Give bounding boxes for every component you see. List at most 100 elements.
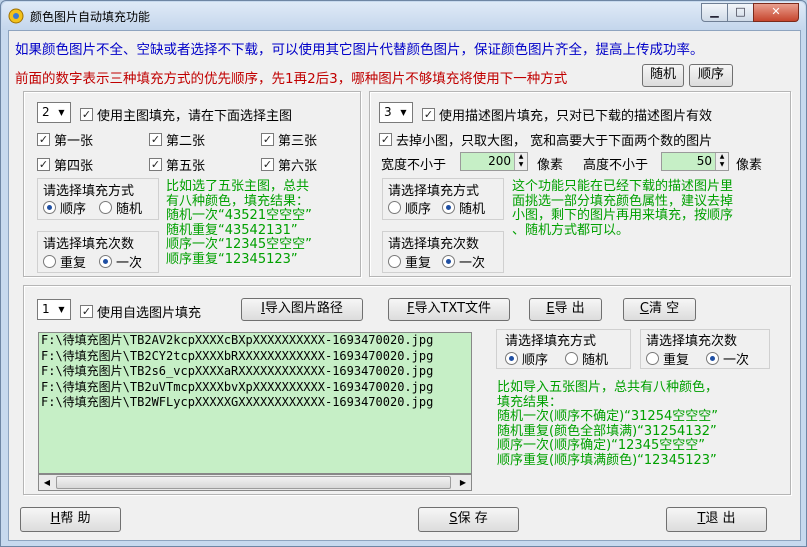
main-image-checkbox-3[interactable]: ✓ 第三张 — [261, 130, 317, 149]
random-button[interactable]: 随机 — [642, 64, 684, 87]
note-line: 顺序一次(顺序确定)“12345空空空” — [497, 438, 705, 453]
desc-fill-checkbox[interactable]: ✓ 使用描述图片填充，只对已下载的描述图片有效 — [422, 105, 712, 124]
radio-label: 顺序 — [60, 202, 87, 217]
app-icon — [8, 8, 24, 24]
desc-mode-random-radio[interactable]: 随机 — [442, 198, 485, 217]
radio-selected-icon — [442, 201, 455, 214]
desc-fill-note: 这个功能只能在已经下载的描述图片里 面挑选一部分填充颜色属性，建议去掉 小图，剩… — [512, 179, 734, 238]
spin-arrows-icon[interactable]: ▲ ▼ — [514, 153, 527, 170]
custom-mode-title: 请选择填充方式 — [505, 334, 597, 349]
radio-selected-icon — [706, 352, 719, 365]
desc-mode-order-radio[interactable]: 顺序 — [388, 198, 431, 217]
checkmark-icon: ✓ — [149, 133, 162, 146]
save-button[interactable]: S保 存 — [418, 507, 519, 532]
custom-mode-random-radio[interactable]: 随机 — [565, 349, 608, 368]
main-count-once-radio[interactable]: 一次 — [99, 252, 142, 271]
custom-count-title: 请选择填充次数 — [646, 334, 738, 349]
checkmark-icon: ✓ — [379, 133, 392, 146]
radio-label: 一次 — [116, 256, 143, 271]
main-mode-order-radio[interactable]: 顺序 — [43, 198, 86, 217]
list-item[interactable]: F:\待填充图片\TB2CY2tcpXXXXbRXXXXXXXXXXXX-169… — [39, 349, 471, 365]
list-item[interactable]: F:\待填充图片\TB2WFLycpXXXXXGXXXXXXXXXXXX-169… — [39, 395, 471, 411]
main-image-checkbox-6[interactable]: ✓ 第六张 — [261, 155, 317, 174]
main-image-checkbox-4[interactable]: ✓ 第四张 — [37, 155, 93, 174]
radio-label: 重复 — [663, 353, 690, 368]
height-label: 高度不小于 — [583, 158, 649, 173]
title-bar[interactable]: 颜色图片自动填充功能 ▁ □ ✕ — [2, 2, 805, 30]
intro-line: 如果颜色图片不全、空缺或者选择不下载，可以使用其它图片代替颜色图片，保证颜色图片… — [15, 42, 704, 58]
main-image-checkbox-1[interactable]: ✓ 第一张 — [37, 130, 93, 149]
note-line: 随机一次“43521空空空” — [166, 208, 312, 223]
width-min-stepper[interactable]: 200 ▲ ▼ — [460, 152, 528, 171]
custom-fill-checkbox[interactable]: ✓ 使用自选图片填充 — [80, 302, 201, 321]
chevron-down-icon: ▼ — [58, 108, 65, 117]
checkmark-icon: ✓ — [37, 158, 50, 171]
custom-count-repeat-radio[interactable]: 重复 — [646, 349, 689, 368]
main-image-label: 第四张 — [54, 159, 94, 174]
main-count-title: 请选择填充次数 — [43, 237, 135, 252]
import-txt-button[interactable]: F导入TXT文件 — [388, 298, 510, 321]
custom-priority-select[interactable]: 1 ▼ — [37, 299, 71, 320]
export-button[interactable]: E导 出 — [529, 298, 602, 321]
note-line: 面挑选一部分填充颜色属性，建议去掉 — [512, 193, 734, 209]
radio-label: 顺序 — [522, 353, 549, 368]
main-count-repeat-radio[interactable]: 重复 — [43, 252, 86, 271]
main-priority-select[interactable]: 2 ▼ — [37, 102, 71, 123]
button-label: 导 出 — [554, 301, 585, 316]
button-label: 退 出 — [705, 511, 736, 526]
maximize-button[interactable]: □ — [727, 3, 754, 22]
spin-arrows-icon[interactable]: ▲ ▼ — [715, 153, 728, 170]
radio-label: 重复 — [60, 256, 87, 271]
checkmark-icon: ✓ — [261, 133, 274, 146]
radio-selected-icon — [99, 255, 112, 268]
note-line: 、随机方式都可以。 — [512, 222, 630, 238]
import-path-button[interactable]: I导入图片路径 — [241, 298, 363, 321]
custom-mode-order-radio[interactable]: 顺序 — [505, 349, 548, 368]
list-item[interactable]: F:\待填充图片\TB2uVTmcpXXXXbvXpXXXXXXXXXX-169… — [39, 380, 471, 396]
list-item[interactable]: F:\待填充图片\TB2s6_vcpXXXXaRXXXXXXXXXXXX-169… — [39, 364, 471, 380]
radio-icon — [388, 255, 401, 268]
exit-button[interactable]: T退 出 — [666, 507, 767, 532]
main-image-label: 第二张 — [166, 134, 206, 149]
custom-fill-label: 使用自选图片填充 — [97, 306, 202, 321]
help-button[interactable]: H帮 助 — [20, 507, 121, 532]
button-label: 清 空 — [648, 301, 680, 316]
custom-fill-note: 比如导入五张图片，总共有八种颜色， 填充结果： 随机一次(顺序不确定)“3125… — [497, 380, 718, 468]
close-button[interactable]: ✕ — [753, 3, 799, 22]
desc-count-once-radio[interactable]: 一次 — [442, 252, 485, 271]
main-fill-checkbox[interactable]: ✓ 使用主图填充，请在下面选择主图 — [80, 105, 292, 124]
hotkey: C — [639, 301, 649, 316]
desc-count-repeat-radio[interactable]: 重复 — [388, 252, 431, 271]
main-image-checkbox-2[interactable]: ✓ 第二张 — [149, 130, 205, 149]
main-mode-title: 请选择填充方式 — [43, 184, 135, 199]
file-list[interactable]: F:\待填充图片\TB2AV2kcpXXXXcBXpXXXXXXXXXX-169… — [38, 332, 472, 474]
note-line: 顺序一次“12345空空空” — [166, 237, 312, 252]
chevron-down-icon: ▼ — [58, 305, 65, 314]
hotkey: S — [449, 511, 458, 526]
custom-count-once-radio[interactable]: 一次 — [706, 349, 749, 368]
remove-small-checkbox[interactable]: ✓ 去掉小图，只取大图， 宽和高要大于下面两个数的图片 — [379, 130, 712, 149]
minimize-button[interactable]: ▁ — [701, 3, 728, 22]
scroll-thumb[interactable] — [56, 476, 451, 489]
button-label: 帮 助 — [60, 511, 91, 526]
scroll-left-icon[interactable]: ◀ — [39, 475, 55, 490]
horizontal-scrollbar[interactable]: ◀ ▶ — [38, 474, 472, 491]
radio-label: 随机 — [116, 202, 143, 217]
main-mode-random-radio[interactable]: 随机 — [99, 198, 142, 217]
radio-selected-icon — [505, 352, 518, 365]
radio-selected-icon — [43, 201, 56, 214]
scroll-right-icon[interactable]: ▶ — [455, 475, 471, 490]
order-button[interactable]: 顺序 — [689, 64, 733, 87]
radio-label: 一次 — [459, 256, 486, 271]
desc-priority-select[interactable]: 3 ▼ — [379, 102, 413, 123]
main-image-checkbox-5[interactable]: ✓ 第五张 — [149, 155, 205, 174]
main-image-label: 第一张 — [54, 134, 94, 149]
note-line: 填充结果： — [497, 394, 563, 410]
list-item[interactable]: F:\待填充图片\TB2AV2kcpXXXXcBXpXXXXXXXXXX-169… — [39, 333, 471, 349]
chevron-down-icon: ▼ — [400, 108, 407, 117]
button-label: 导入图片路径 — [264, 301, 343, 316]
note-line: 比如选了五张主图，总共 — [166, 179, 310, 194]
height-min-stepper[interactable]: 50 ▲ ▼ — [661, 152, 729, 171]
clear-button[interactable]: C清 空 — [623, 298, 696, 321]
note-line: 顺序重复“12345123” — [166, 251, 298, 267]
